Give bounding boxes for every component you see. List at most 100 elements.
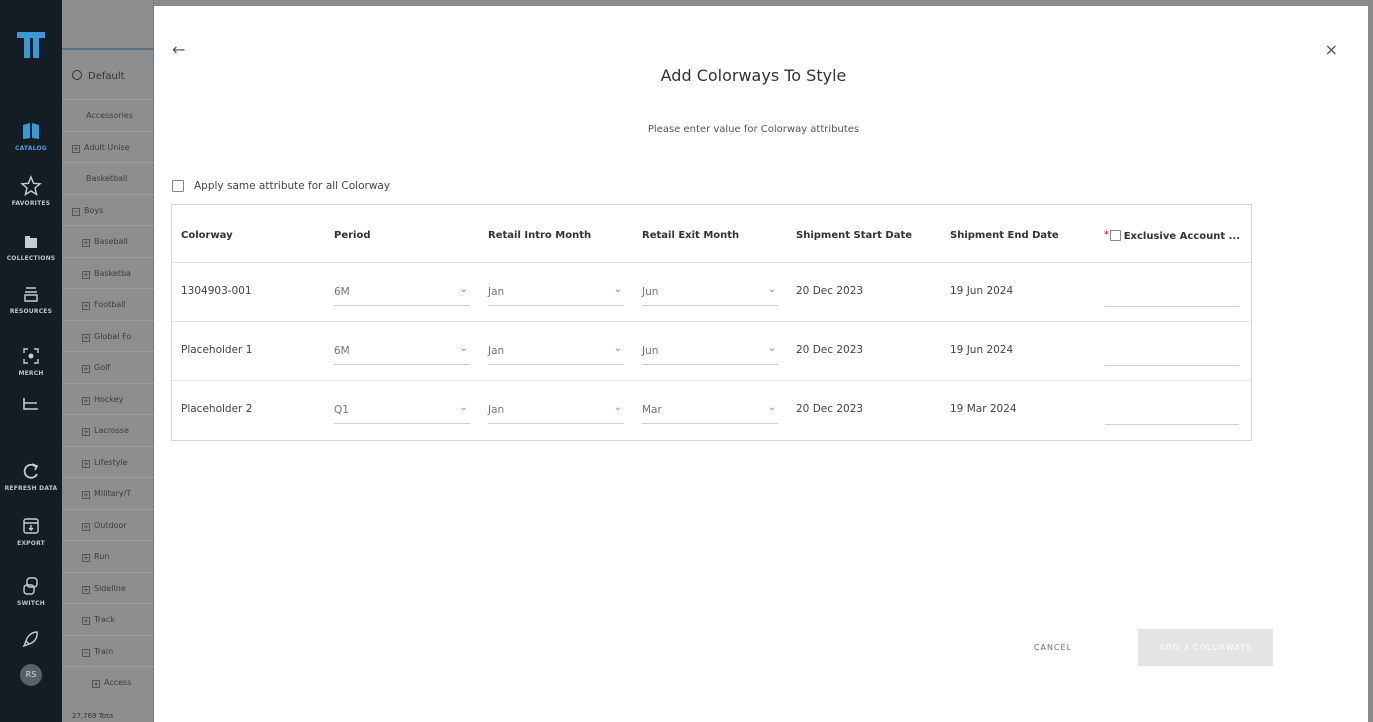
rail-item-switch[interactable]: SWITCH [0, 575, 62, 607]
tree-search[interactable]: Default [72, 70, 125, 82]
exclusive-account-checkbox[interactable] [1109, 230, 1121, 241]
tree-row[interactable]: − Train [62, 634, 154, 666]
expand-icon[interactable]: + [82, 522, 90, 531]
tree-row[interactable]: + Lacrosse [62, 414, 154, 445]
column-header-shipment-end-date: Shipment End Date [950, 230, 1059, 241]
retail-intro-month-select[interactable]: Jan ⌄ [488, 396, 624, 424]
back-arrow-icon[interactable]: ← [172, 40, 185, 59]
rail-item-export[interactable]: EXPORT [0, 515, 62, 547]
tree-row[interactable]: + Military/T [62, 477, 154, 508]
expand-icon[interactable]: + [82, 585, 90, 594]
stack-icon [24, 287, 38, 302]
expand-icon[interactable]: + [82, 270, 90, 279]
tree-row[interactable]: − Boys [62, 193, 154, 225]
tree-row[interactable]: + Football [62, 288, 154, 319]
tree-search-text: Default [88, 71, 125, 82]
retail-intro-month-select[interactable]: Jan ⌄ [488, 278, 624, 306]
expand-icon[interactable]: + [82, 617, 90, 625]
exclusive-account-field[interactable] [1105, 396, 1239, 425]
tree-row[interactable]: + Baseball [62, 225, 154, 256]
column-header-colorway: Colorway [181, 230, 233, 241]
tree-row[interactable]: + Adult Unise [62, 130, 154, 162]
rail-item-favorites[interactable]: FAVORITES [0, 175, 62, 207]
retail-exit-month-select[interactable]: Mar ⌄ [642, 396, 778, 424]
rail-item-merch[interactable]: MERCH [0, 345, 62, 377]
rail-item-basket[interactable] [0, 392, 62, 414]
expand-icon[interactable]: + [82, 302, 90, 310]
rail-item-launch[interactable] [0, 628, 62, 650]
checkbox-icon[interactable] [172, 180, 184, 192]
collapse-icon[interactable]: − [72, 207, 80, 216]
retail-exit-month-value: Jun [642, 286, 659, 298]
tree-total-count: 27,769 Tota [72, 712, 114, 720]
tree-row-label: Military/T [94, 489, 132, 498]
shipment-end-date-cell[interactable]: 19 Jun 2024 [950, 285, 1013, 297]
tree-row[interactable]: + Outdoor [62, 508, 154, 540]
tree-row[interactable]: + Run [62, 540, 154, 571]
chevron-down-icon: ⌄ [767, 343, 776, 354]
tree-row-label: Boys [84, 205, 104, 215]
retail-exit-month-value: Jun [642, 345, 659, 357]
retail-exit-month-select[interactable]: Jun ⌄ [642, 278, 778, 306]
exclusive-account-field[interactable] [1105, 278, 1239, 307]
shipment-start-date-cell[interactable]: 20 Dec 2023 [796, 344, 863, 356]
retail-exit-month-value: Mar [642, 404, 662, 416]
table-row: Placeholder 1 6M ⌄ Jan ⌄ Jun ⌄ 20 Dec 2023 19 Ju… [172, 322, 1251, 381]
rail-item-resources[interactable]: RESOURCES [0, 283, 62, 315]
rail-item-refresh-data[interactable]: REFRESH DATA [0, 460, 62, 492]
apply-same-attribute-checkbox[interactable]: Apply same attribute for all Colorway [172, 180, 390, 192]
shipment-end-date-cell[interactable]: 19 Jun 2024 [950, 344, 1013, 356]
required-marker: * [1104, 230, 1109, 240]
period-value: Q1 [334, 404, 349, 416]
tree-row[interactable]: + Global Fo [62, 319, 154, 351]
colorway-attributes-table: Colorway Period Retail Intro Month Retai… [171, 204, 1252, 441]
expand-icon[interactable]: + [72, 144, 80, 153]
retail-intro-month-value: Jan [488, 345, 505, 357]
avatar[interactable]: RS [20, 664, 42, 686]
tree-row[interactable]: + Lifestyle [62, 445, 154, 477]
column-header-retail-exit-month: Retail Exit Month [642, 230, 740, 241]
tree-row[interactable]: + Basketba [62, 256, 154, 288]
tree-row[interactable]: + Hockey [62, 382, 154, 414]
shipment-start-date-cell[interactable]: 20 Dec 2023 [796, 285, 863, 297]
expand-icon[interactable]: + [82, 459, 90, 468]
tree-row[interactable]: + Sideline [62, 571, 154, 603]
tree-row[interactable]: Basketball [62, 162, 154, 193]
rail-label: RESOURCES [9, 308, 53, 315]
period-value: 6M [334, 345, 350, 357]
expand-icon[interactable]: + [82, 365, 90, 373]
tree-row-label: Global Fo [94, 331, 132, 341]
tree-row[interactable]: + Track [62, 603, 154, 634]
tree-row[interactable]: Accessories [62, 99, 154, 130]
star-icon [20, 175, 42, 197]
rail-item-collections[interactable]: COLLECTIONS [0, 230, 62, 262]
close-icon[interactable]: × [1325, 40, 1338, 59]
rail-item-catalog[interactable]: CATALOG [0, 120, 62, 152]
period-select[interactable]: Q1 ⌄ [334, 396, 470, 424]
expand-icon[interactable]: + [82, 491, 90, 499]
collapse-icon[interactable]: − [82, 648, 90, 657]
period-select[interactable]: 6M ⌄ [334, 337, 470, 365]
shipment-start-date-cell[interactable]: 20 Dec 2023 [796, 403, 863, 415]
expand-icon[interactable]: + [82, 428, 90, 436]
expand-icon[interactable]: + [82, 333, 90, 342]
add-colorways-button[interactable]: ADD 3 COLORWAYS [1138, 629, 1273, 666]
period-select[interactable]: 6M ⌄ [334, 278, 470, 306]
nav-rail: CATALOG FAVORITES COLLECTIONS RESOURCES … [0, 0, 62, 722]
tree-row-label: Lacrosse [94, 426, 130, 435]
column-header-period: Period [334, 230, 371, 241]
tree-row[interactable]: + Golf [62, 351, 154, 382]
tree-row[interactable]: + Access [62, 666, 154, 697]
dialog-subtitle: Please enter value for Colorway attribut… [647, 124, 860, 135]
expand-icon[interactable]: + [92, 680, 100, 688]
expand-icon[interactable]: + [82, 396, 90, 405]
expand-icon[interactable]: + [82, 239, 90, 247]
exclusive-account-field[interactable] [1105, 337, 1239, 366]
app-logo-icon[interactable] [15, 30, 47, 60]
expand-icon[interactable]: + [82, 554, 90, 562]
rail-label: COLLECTIONS [6, 255, 56, 262]
retail-intro-month-select[interactable]: Jan ⌄ [488, 337, 624, 365]
retail-exit-month-select[interactable]: Jun ⌄ [642, 337, 778, 365]
shipment-end-date-cell[interactable]: 19 Mar 2024 [950, 403, 1017, 415]
cancel-button[interactable]: CANCEL [1016, 636, 1090, 660]
